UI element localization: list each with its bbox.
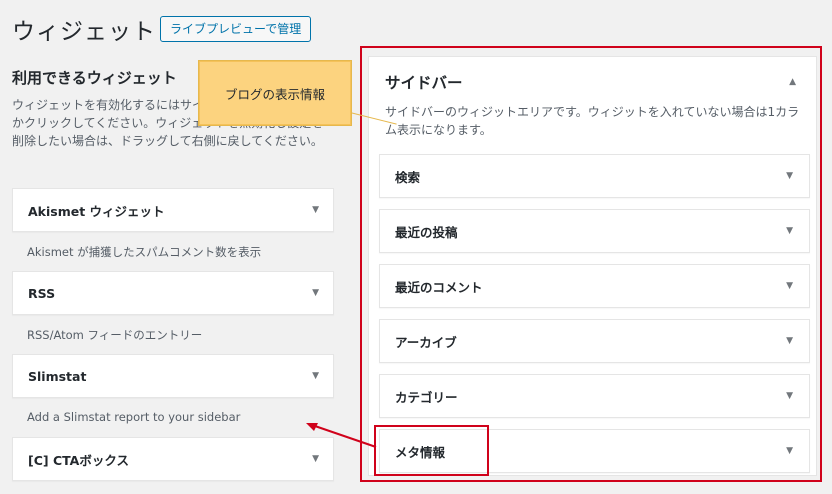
widget-description: Akismet が捕獲したスパムコメント数を表示 [27,245,262,259]
caret-down-icon[interactable]: ▼ [312,371,319,381]
widget-name: Slimstat [28,368,87,384]
annotation-tooltip: ブログの表示情報 [198,60,352,126]
live-preview-button[interactable]: ライブプレビューで管理 [160,16,312,42]
widget-rss[interactable]: RSS ▼ [12,271,334,315]
widget-slimstat[interactable]: Slimstat ▼ [12,354,334,398]
widget-akismet[interactable]: Akismet ウィジェット ▼ [12,188,334,232]
sidebar-highlight-annotation [360,46,822,482]
widget-item: RSS ▼ RSS/Atom フィードのエントリー [12,271,334,354]
available-widget-list: Akismet ウィジェット ▼ Akismet が捕獲したスパムコメント数を表… [12,188,334,481]
available-widgets-title: 利用できるウィジェット [12,69,177,87]
widget-item: Akismet ウィジェット ▼ Akismet が捕獲したスパムコメント数を表… [12,188,334,271]
caret-down-icon[interactable]: ▼ [312,288,319,298]
widget-cta-box[interactable]: [C] CTAボックス ▼ [12,437,334,481]
widget-description: Add a Slimstat report to your sidebar [27,410,241,424]
widget-name: [C] CTAボックス [28,452,129,468]
widget-item: Slimstat ▼ Add a Slimstat report to your… [12,354,334,437]
annotation-arrow-icon [306,423,377,448]
caret-down-icon[interactable]: ▼ [312,205,319,215]
widget-description: RSS/Atom フィードのエントリー [27,328,203,342]
widget-item: [C] CTAボックス ▼ [12,437,334,481]
tooltip-text: ブログの表示情報 [224,86,325,102]
widget-name: Akismet ウィジェット [28,203,165,219]
page-title: ウィジェット [12,19,156,45]
widget-name: RSS [28,285,56,301]
meta-highlight-annotation [374,425,489,476]
